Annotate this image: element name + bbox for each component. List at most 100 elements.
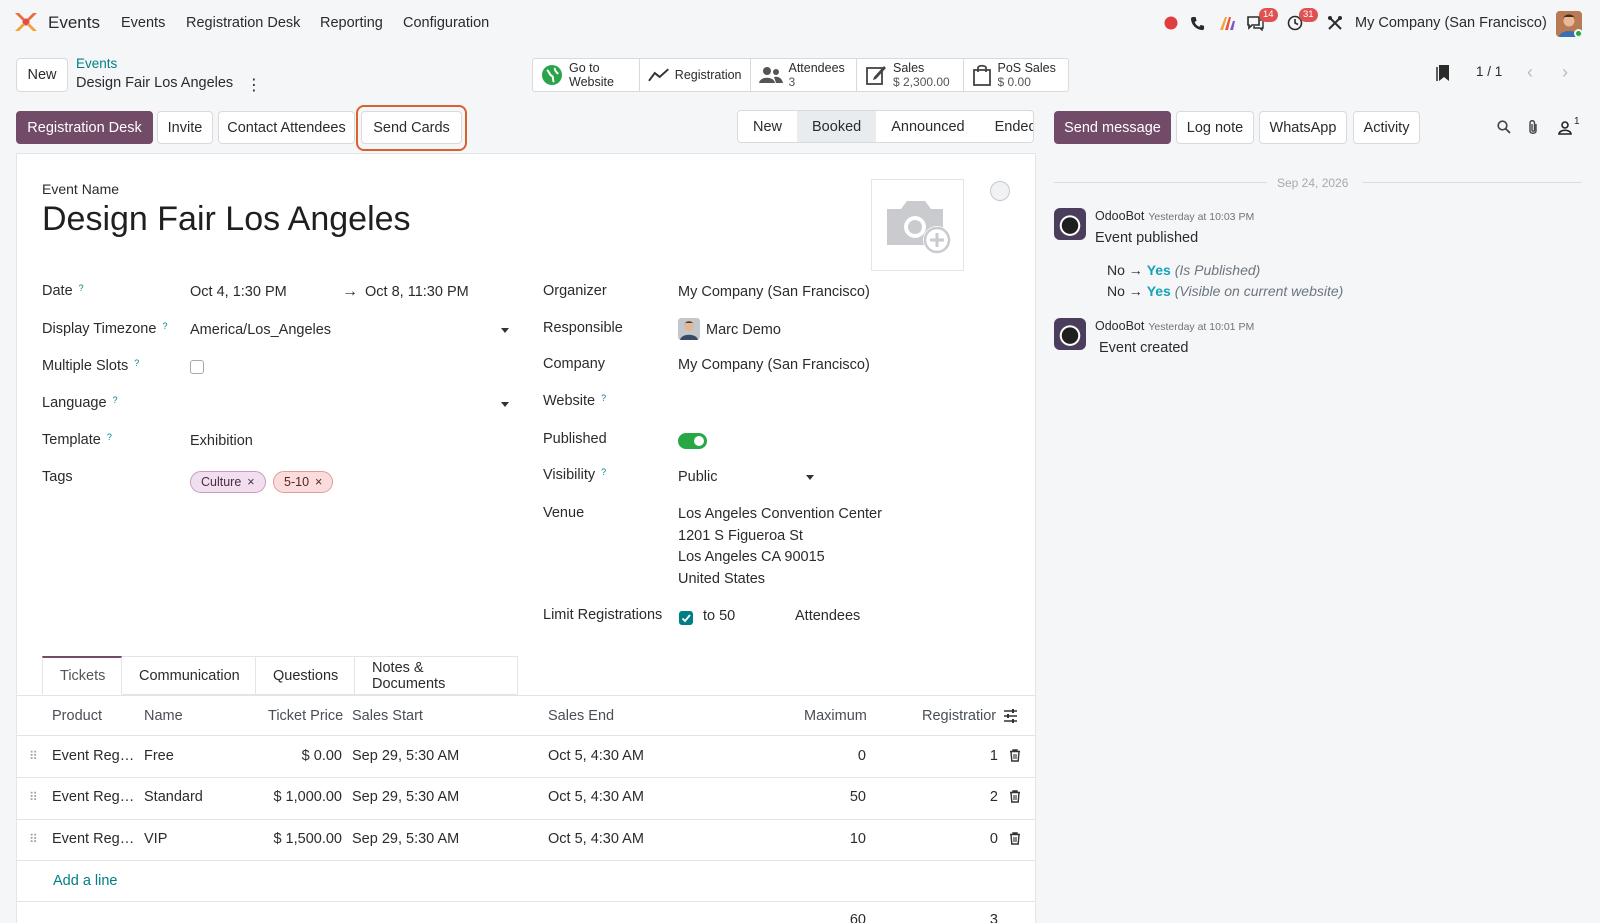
chevron-down-icon[interactable]	[501, 402, 509, 407]
template-input[interactable]: Exhibition	[190, 433, 253, 449]
col-name[interactable]: Name	[144, 708, 183, 724]
message-author[interactable]: OdooBot Yesterday at 10:03 PM	[1095, 209, 1254, 223]
col-sales-start[interactable]: Sales Start	[352, 708, 423, 724]
row-name[interactable]: Free	[144, 748, 174, 764]
published-toggle[interactable]	[678, 433, 707, 449]
optional-columns-icon[interactable]	[1003, 709, 1018, 723]
odoobot-avatar[interactable]	[1054, 318, 1086, 350]
menu-configuration[interactable]: Configuration	[403, 15, 489, 31]
pager-previous-icon[interactable]: ‹	[1527, 62, 1533, 83]
send-message-button[interactable]: Send message	[1054, 111, 1171, 144]
message-author[interactable]: OdooBot Yesterday at 10:01 PM	[1095, 319, 1254, 333]
col-registrations[interactable]: Registratior	[922, 708, 996, 724]
multiple-slots-checkbox[interactable]	[190, 360, 204, 374]
event-image[interactable]	[871, 179, 964, 271]
phone-icon[interactable]	[1188, 14, 1206, 32]
menu-events[interactable]: Events	[121, 15, 165, 31]
company-input[interactable]: My Company (San Francisco)	[678, 357, 870, 373]
row-sales-end[interactable]: Oct 5, 4:30 AM	[548, 748, 644, 764]
registration-desk-button[interactable]: Registration Desk	[16, 111, 153, 144]
col-ticket-price[interactable]: Ticket Price	[268, 708, 343, 724]
status-ended[interactable]: Ended	[980, 111, 1033, 142]
visibility-select[interactable]: Public	[678, 469, 718, 485]
limit-registrations-checkbox[interactable]	[679, 611, 693, 625]
pager-value[interactable]: 1 / 1	[1476, 64, 1502, 79]
row-name[interactable]: VIP	[144, 831, 167, 847]
trash-icon[interactable]	[1009, 832, 1021, 845]
col-product[interactable]: Product	[52, 708, 102, 724]
odoobot-avatar[interactable]	[1054, 208, 1086, 240]
responsible-avatar[interactable]	[678, 318, 700, 340]
pos-sales-button[interactable]: PoS Sales $ 0.00	[964, 59, 1069, 91]
responsible-input[interactable]: Marc Demo	[706, 322, 781, 338]
row-price[interactable]: $ 0.00	[242, 748, 342, 764]
limit-seats-input[interactable]: to 50	[703, 608, 735, 624]
menu-reporting[interactable]: Reporting	[320, 15, 383, 31]
row-price[interactable]: $ 1,500.00	[242, 831, 342, 847]
attendees-button[interactable]: Attendees 3	[751, 59, 857, 91]
kanban-state-toggle[interactable]	[990, 181, 1010, 201]
tag-5-10[interactable]: 5-10 ×	[273, 471, 334, 493]
new-button[interactable]: New	[16, 58, 68, 92]
events-app-icon[interactable]	[13, 11, 39, 33]
registration-button[interactable]: Registration	[640, 59, 751, 91]
row-maximum[interactable]: 0	[800, 748, 866, 764]
ai-icon[interactable]	[1218, 14, 1236, 32]
tag-culture[interactable]: Culture ×	[190, 471, 266, 493]
drag-handle-icon[interactable]: ⠿	[29, 790, 38, 804]
drag-handle-icon[interactable]: ⠿	[29, 832, 38, 846]
paperclip-icon[interactable]	[1527, 119, 1539, 136]
status-new[interactable]: New	[738, 111, 797, 142]
log-note-button[interactable]: Log note	[1176, 111, 1254, 144]
tab-communication[interactable]: Communication	[122, 656, 256, 695]
event-name-input[interactable]: Design Fair Los Angeles	[42, 200, 411, 239]
col-maximum[interactable]: Maximum	[804, 708, 867, 724]
date-end-input[interactable]: Oct 8, 11:30 PM	[365, 284, 469, 300]
row-sales-start[interactable]: Sep 29, 5:30 AM	[352, 831, 459, 847]
add-line-link[interactable]: Add a line	[53, 873, 118, 889]
status-announced[interactable]: Announced	[876, 111, 979, 142]
invite-button[interactable]: Invite	[157, 111, 213, 144]
contact-attendees-button[interactable]: Contact Attendees	[218, 111, 355, 144]
row-name[interactable]: Standard	[144, 789, 203, 805]
kebab-menu-icon[interactable]: ⋮	[246, 75, 262, 95]
row-price[interactable]: $ 1,000.00	[242, 789, 342, 805]
date-start-input[interactable]: Oct 4, 1:30 PM	[190, 284, 287, 300]
tag-remove-icon[interactable]: ×	[247, 475, 254, 489]
trash-icon[interactable]	[1009, 790, 1021, 803]
tab-notes-documents[interactable]: Notes & Documents	[355, 656, 518, 695]
sales-button[interactable]: Sales $ 2,300.00	[857, 59, 964, 91]
trash-icon[interactable]	[1009, 749, 1021, 762]
company-switcher[interactable]: My Company (San Francisco)	[1355, 15, 1547, 31]
row-product[interactable]: Event Reg…	[52, 789, 134, 805]
row-sales-end[interactable]: Oct 5, 4:30 AM	[548, 831, 644, 847]
tab-questions[interactable]: Questions	[256, 656, 355, 695]
whatsapp-button[interactable]: WhatsApp	[1259, 111, 1347, 144]
venue-name[interactable]: Los Angeles Convention Center	[678, 506, 882, 522]
row-product[interactable]: Event Reg…	[52, 831, 134, 847]
bookmark-icon[interactable]	[1436, 64, 1450, 82]
chevron-down-icon[interactable]	[501, 328, 509, 333]
tools-icon[interactable]	[1326, 14, 1344, 32]
app-brand[interactable]: Events	[48, 13, 100, 33]
tag-remove-icon[interactable]: ×	[315, 475, 322, 489]
drag-handle-icon[interactable]: ⠿	[29, 749, 38, 763]
row-maximum[interactable]: 50	[800, 789, 866, 805]
breadcrumb-events[interactable]: Events	[76, 56, 117, 71]
pager-next-icon[interactable]: ›	[1562, 62, 1568, 83]
status-booked[interactable]: Booked	[797, 111, 877, 142]
go-to-website-button[interactable]: Go to Website	[533, 59, 640, 91]
chevron-down-icon[interactable]	[806, 475, 814, 480]
menu-registration-desk[interactable]: Registration Desk	[186, 15, 300, 31]
tab-tickets[interactable]: Tickets	[42, 656, 122, 695]
row-product[interactable]: Event Reg…	[52, 748, 134, 764]
recording-icon[interactable]	[1162, 14, 1180, 32]
row-sales-end[interactable]: Oct 5, 4:30 AM	[548, 789, 644, 805]
search-icon[interactable]	[1497, 120, 1511, 134]
col-sales-end[interactable]: Sales End	[548, 708, 614, 724]
row-maximum[interactable]: 10	[800, 831, 866, 847]
timezone-select[interactable]: America/Los_Angeles	[190, 322, 331, 338]
activity-button[interactable]: Activity	[1353, 111, 1420, 144]
organizer-input[interactable]: My Company (San Francisco)	[678, 284, 870, 300]
row-sales-start[interactable]: Sep 29, 5:30 AM	[352, 748, 459, 764]
